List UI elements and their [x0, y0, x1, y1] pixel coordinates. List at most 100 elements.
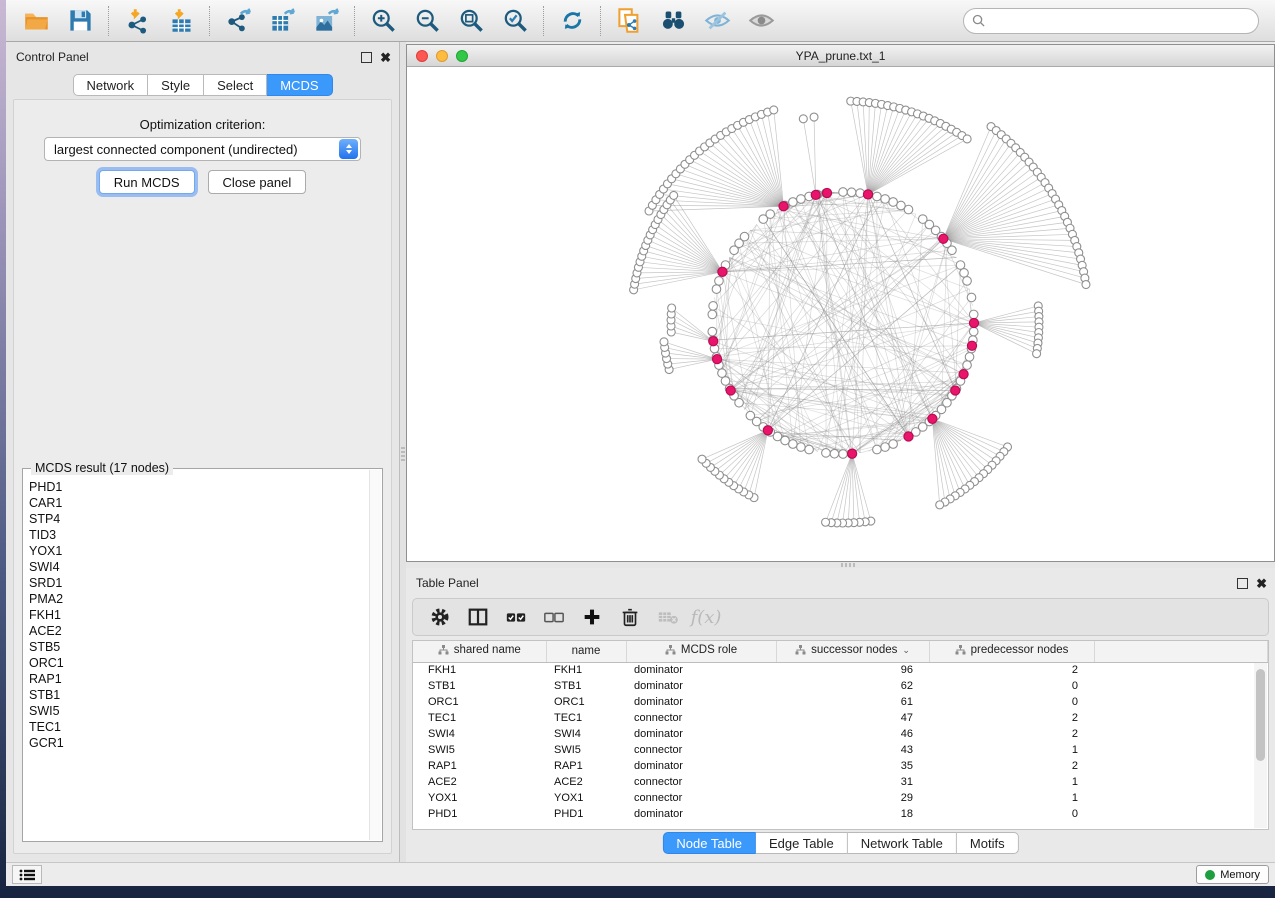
- graph-node[interactable]: [822, 518, 830, 526]
- graph-node[interactable]: [960, 269, 969, 278]
- export-table-button[interactable]: [260, 3, 304, 39]
- graph-node[interactable]: [810, 113, 818, 121]
- refresh-layout-button[interactable]: [550, 3, 594, 39]
- show-columns-button[interactable]: [459, 601, 497, 633]
- show-all-button[interactable]: [739, 3, 783, 39]
- mcds-result-list[interactable]: PHD1CAR1STP4TID3YOX1SWI4SRD1PMA2FKH1ACE2…: [29, 479, 368, 837]
- tab-mcds[interactable]: MCDS: [267, 74, 332, 96]
- mcds-hub-node[interactable]: [904, 432, 913, 441]
- close-panel-button[interactable]: ✖: [380, 52, 391, 63]
- add-column-button[interactable]: [573, 601, 611, 633]
- graph-node[interactable]: [881, 195, 890, 204]
- graph-node[interactable]: [969, 327, 978, 336]
- mcds-hub-node[interactable]: [763, 426, 772, 435]
- graph-node[interactable]: [889, 440, 898, 449]
- mcds-result-item[interactable]: PMA2: [29, 591, 368, 607]
- graph-node[interactable]: [797, 195, 806, 204]
- graph-node[interactable]: [709, 302, 718, 311]
- mcds-list-scrollbar[interactable]: [369, 470, 381, 840]
- graph-node[interactable]: [746, 411, 755, 420]
- graph-node[interactable]: [718, 369, 727, 378]
- export-network-button[interactable]: [216, 3, 260, 39]
- deselect-all-rows-button[interactable]: [535, 601, 573, 633]
- mcds-hub-node[interactable]: [863, 190, 872, 199]
- panel-list-button[interactable]: [12, 865, 42, 884]
- import-table-button[interactable]: [159, 3, 203, 39]
- graph-node[interactable]: [670, 191, 678, 199]
- function-builder-button[interactable]: f(x): [687, 601, 725, 633]
- column-header-successor-nodes[interactable]: successor nodes⌄: [776, 641, 929, 662]
- import-network-button[interactable]: [115, 3, 159, 39]
- zoom-out-button[interactable]: [405, 3, 449, 39]
- mcds-result-item[interactable]: CAR1: [29, 495, 368, 511]
- mcds-result-item[interactable]: TID3: [29, 527, 368, 543]
- graph-node[interactable]: [1082, 281, 1090, 289]
- graph-node[interactable]: [847, 188, 856, 197]
- table-scrollbar-thumb[interactable]: [1256, 669, 1265, 761]
- graph-node[interactable]: [969, 310, 978, 319]
- mcds-result-item[interactable]: SWI4: [29, 559, 368, 575]
- mcds-hub-node[interactable]: [709, 337, 718, 346]
- graph-node[interactable]: [766, 210, 775, 219]
- tab-network[interactable]: Network: [72, 74, 148, 96]
- mcds-hub-node[interactable]: [848, 449, 857, 458]
- column-header-shared-name[interactable]: shared name: [413, 641, 546, 662]
- table-row[interactable]: YOX1YOX1connector291: [413, 790, 1268, 806]
- graph-node[interactable]: [1033, 350, 1041, 358]
- hide-selected-button[interactable]: [695, 3, 739, 39]
- table-row[interactable]: SWI5SWI5connector431: [413, 742, 1268, 758]
- memory-button[interactable]: Memory: [1196, 865, 1269, 884]
- graph-node[interactable]: [799, 115, 807, 123]
- mcds-result-item[interactable]: STB1: [29, 687, 368, 703]
- delete-table-button[interactable]: [649, 601, 687, 633]
- mcds-result-item[interactable]: ACE2: [29, 623, 368, 639]
- graph-node[interactable]: [708, 310, 717, 319]
- table-row[interactable]: FKH1FKH1dominator962: [413, 662, 1268, 678]
- graph-node[interactable]: [715, 277, 724, 286]
- mcds-hub-node[interactable]: [969, 318, 978, 327]
- graph-node[interactable]: [873, 192, 882, 201]
- mcds-hub-node[interactable]: [928, 414, 937, 423]
- tab-style[interactable]: Style: [148, 74, 204, 96]
- zoom-in-button[interactable]: [361, 3, 405, 39]
- table-row[interactable]: SWI4SWI4dominator462: [413, 726, 1268, 742]
- table-scrollbar[interactable]: [1254, 663, 1267, 828]
- close-table-panel-button[interactable]: ✖: [1256, 578, 1267, 589]
- float-table-panel-button[interactable]: [1237, 578, 1248, 589]
- mcds-result-item[interactable]: SWI5: [29, 703, 368, 719]
- horizontal-splitter-handle[interactable]: [841, 563, 857, 567]
- graph-node[interactable]: [839, 450, 848, 459]
- graph-node[interactable]: [967, 293, 976, 302]
- table-row[interactable]: STB1STB1dominator620: [413, 678, 1268, 694]
- run-mcds-button[interactable]: Run MCDS: [99, 170, 195, 194]
- graph-node[interactable]: [805, 445, 814, 454]
- mcds-result-item[interactable]: FKH1: [29, 607, 368, 623]
- export-image-button[interactable]: [304, 3, 348, 39]
- graph-node[interactable]: [830, 449, 839, 458]
- float-panel-button[interactable]: [361, 52, 372, 63]
- graph-node[interactable]: [698, 455, 706, 463]
- zoom-fit-button[interactable]: [449, 3, 493, 39]
- graph-node[interactable]: [822, 449, 831, 458]
- graph-node[interactable]: [963, 135, 971, 143]
- column-header-name[interactable]: name: [546, 641, 626, 662]
- mcds-result-item[interactable]: STP4: [29, 511, 368, 527]
- vertical-splitter-handle[interactable]: [401, 447, 405, 463]
- open-file-button[interactable]: [14, 3, 58, 39]
- graph-node[interactable]: [660, 338, 668, 346]
- mcds-result-item[interactable]: STB5: [29, 639, 368, 655]
- graph-node[interactable]: [881, 443, 890, 452]
- search-input[interactable]: [963, 8, 1259, 34]
- criterion-dropdown[interactable]: largest connected component (undirected): [44, 137, 361, 161]
- graph-node[interactable]: [797, 443, 806, 452]
- graph-node[interactable]: [948, 246, 957, 255]
- delete-column-button[interactable]: [611, 601, 649, 633]
- select-all-rows-button[interactable]: [497, 601, 535, 633]
- mcds-hub-node[interactable]: [726, 386, 735, 395]
- close-mcds-panel-button[interactable]: Close panel: [208, 170, 307, 194]
- mcds-hub-node[interactable]: [712, 355, 721, 364]
- tab-motifs[interactable]: Motifs: [957, 832, 1019, 854]
- tab-network-table[interactable]: Network Table: [848, 832, 957, 854]
- tab-edge-table[interactable]: Edge Table: [756, 832, 848, 854]
- graph-node[interactable]: [965, 353, 974, 362]
